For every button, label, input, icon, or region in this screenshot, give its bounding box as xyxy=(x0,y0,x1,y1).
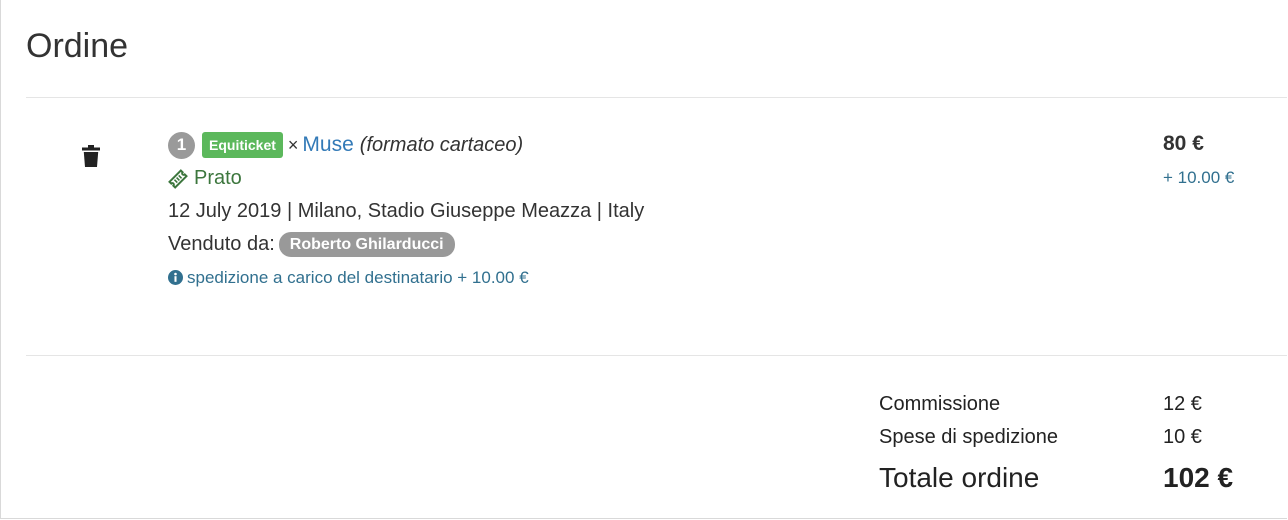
sector-row: Prato xyxy=(168,162,1068,195)
trash-icon[interactable] xyxy=(82,145,100,167)
item-shipping-price: + 10.00 € xyxy=(1163,168,1235,187)
order-summary: Commissione 12 € Spese di spedizione 10 … xyxy=(879,390,1279,504)
summary-value: 12 € xyxy=(1163,393,1202,415)
seller-row: Venduto da: Roberto Ghilarducci xyxy=(168,228,1068,261)
item-header: 1 Equiticket × Muse (formato cartaceo) xyxy=(168,130,1068,160)
divider xyxy=(26,97,1287,98)
total-value: 102 € xyxy=(1163,462,1234,493)
order-panel: Ordine 1 Equiticket × Muse (formato cart… xyxy=(0,0,1287,519)
summary-label: Spese di spedizione xyxy=(879,426,1059,448)
seller-label: Venduto da: xyxy=(168,233,275,255)
item-price: 80 € xyxy=(1163,132,1204,155)
summary-value: 10 € xyxy=(1163,426,1202,448)
page-title: Ordine xyxy=(26,27,129,65)
times-sign: × xyxy=(287,134,299,155)
shipping-note: spedizione a carico del destinatario + 1… xyxy=(187,267,529,287)
info-icon xyxy=(168,270,183,285)
summary-row-shipping: Spese di spedizione 10 € xyxy=(879,423,1279,456)
quantity-badge: 1 xyxy=(168,131,195,159)
equiticket-badge: Equiticket xyxy=(202,132,283,158)
event-details: 12 July 2019 | Milano, Stadio Giuseppe M… xyxy=(168,200,645,222)
order-item: 1 Equiticket × Muse (formato cartaceo) P… xyxy=(168,130,1068,294)
event-link[interactable]: Muse xyxy=(302,133,353,157)
summary-row-commission: Commissione 12 € xyxy=(879,390,1279,423)
total-label: Totale ordine xyxy=(879,462,1040,493)
sector-name: Prato xyxy=(194,167,242,189)
summary-label: Commissione xyxy=(879,393,1001,415)
summary-row-total: Totale ordine 102 € xyxy=(879,458,1279,504)
ticket-format: (formato cartaceo) xyxy=(359,133,524,156)
ticket-icon xyxy=(168,168,188,189)
shipping-note-row: spedizione a carico del destinatario + 1… xyxy=(168,261,1068,294)
divider xyxy=(26,355,1287,356)
seller-badge: Roberto Ghilarducci xyxy=(278,232,455,257)
